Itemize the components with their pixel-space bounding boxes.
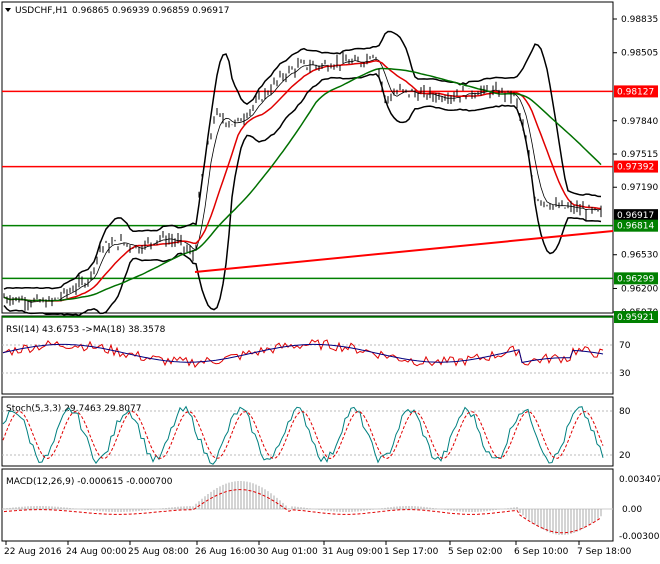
time-tick-label: 7 Sep 18:00 bbox=[577, 547, 632, 557]
price-pane-frame bbox=[1, 1, 614, 314]
price-tick-label: 0.96530 bbox=[621, 251, 658, 261]
time-tick-label: 25 Aug 08:00 bbox=[128, 547, 189, 557]
macd-title: MACD(12,26,9) -0.000615 -0.000700 bbox=[6, 477, 173, 487]
time-tick-label: 22 Aug 2016 bbox=[4, 547, 62, 557]
price-level-tag-label: 0.96814 bbox=[617, 222, 654, 232]
price-tick-label: 0.97840 bbox=[621, 117, 658, 127]
time-tick-label: 5 Sep 02:00 bbox=[448, 547, 503, 557]
time-tick-label: 30 Aug 01:00 bbox=[257, 547, 318, 557]
price-bars bbox=[3, 51, 602, 311]
macd-axis-top: 0.003407 bbox=[619, 475, 660, 485]
price-level-tag-label: 0.98127 bbox=[617, 87, 654, 97]
chart-canvas[interactable]: USDCHF,H1 0.96865 0.96939 0.96859 0.9691… bbox=[0, 0, 660, 560]
stoch-axis-80: 80 bbox=[619, 407, 631, 417]
bollinger-upper bbox=[3, 30, 602, 290]
macd-axis-zero: 0.00 bbox=[622, 505, 642, 515]
macd-signal-line bbox=[3, 489, 602, 534]
ohlc-readout: 0.96865 0.96939 0.96859 0.96917 bbox=[72, 6, 229, 16]
bollinger-lower bbox=[3, 73, 602, 317]
price-level-tag-label: 0.97392 bbox=[617, 163, 654, 173]
macd-axis-bottom: -0.003004 bbox=[619, 532, 660, 542]
trend-line[interactable] bbox=[194, 230, 614, 273]
time-tick-label: 6 Sep 10:00 bbox=[514, 547, 569, 557]
triangle-down-icon[interactable] bbox=[5, 8, 11, 12]
price-tick-label: 0.98505 bbox=[621, 49, 658, 59]
price-level-tag-label: 0.95921 bbox=[617, 313, 654, 323]
macd-histogram bbox=[3, 481, 602, 535]
time-tick-label: 24 Aug 00:00 bbox=[66, 547, 127, 557]
time-tick-label: 31 Aug 09:00 bbox=[322, 547, 383, 557]
rsi-line bbox=[2, 339, 604, 368]
horizontal-levels[interactable] bbox=[2, 90, 613, 318]
price-tick-label: 0.97190 bbox=[621, 183, 658, 193]
rsi-title: RSI(14) 43.6753 ->MA(18) 38.3578 bbox=[6, 325, 166, 335]
rsi-axis-30: 30 bbox=[619, 369, 631, 379]
price-tick-label: 0.96200 bbox=[621, 284, 658, 294]
rsi-axis-70: 70 bbox=[619, 341, 631, 351]
stoch-main-line bbox=[2, 405, 604, 465]
time-tick-label: 1 Sep 17:00 bbox=[384, 547, 439, 557]
symbol-label: USDCHF,H1 bbox=[15, 6, 68, 16]
price-level-tag-label: 0.96299 bbox=[617, 274, 654, 284]
price-tick-label: 0.98835 bbox=[621, 15, 658, 25]
stoch-axis-20: 20 bbox=[619, 451, 631, 461]
stoch-signal-line bbox=[2, 410, 604, 460]
price-level-tag-label: 0.96917 bbox=[617, 211, 654, 221]
time-axis: 22 Aug 2016 24 Aug 00:00 25 Aug 08:00 26 Au… bbox=[4, 541, 632, 557]
chart-window[interactable]: USDCHF,H1 0.96865 0.96939 0.96859 0.9691… bbox=[0, 0, 660, 560]
time-tick-label: 26 Aug 16:00 bbox=[195, 547, 256, 557]
price-tick-label: 0.97515 bbox=[621, 150, 658, 160]
